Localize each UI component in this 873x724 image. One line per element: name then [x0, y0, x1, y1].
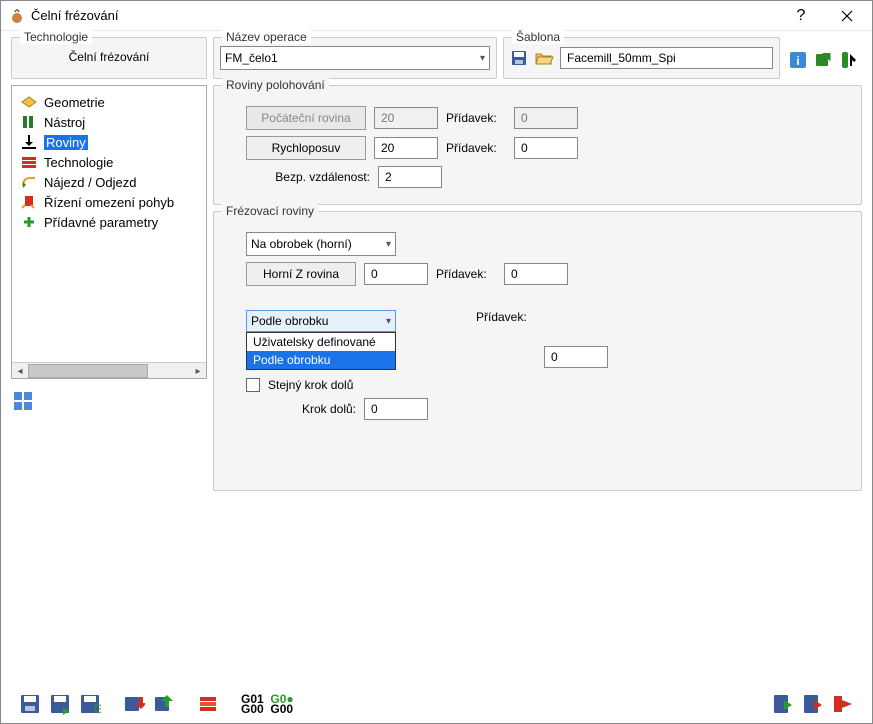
exit-icon[interactable] [832, 693, 854, 715]
technology-group-label: Technologie [20, 30, 92, 44]
technology-value: Čelní frézování [20, 46, 198, 68]
equal-step-label: Stejný krok dolů [268, 378, 353, 392]
template-name-input[interactable] [560, 47, 773, 69]
milling-levels-group: Frézovací roviny Na obrobek (horní) ▾ Ho… [213, 211, 862, 491]
tree-item-nastroj[interactable]: Nástroj [16, 112, 202, 132]
import-icon[interactable] [123, 693, 145, 715]
technology-group: Technologie Čelní frézování [11, 37, 207, 79]
tree-item-geometrie[interactable]: Geometrie [16, 92, 202, 112]
chevron-down-icon: ▾ [386, 239, 391, 250]
bottom-toolbar: G G01 G0● G00 G00 [11, 685, 862, 719]
tool-tree-icon [20, 114, 38, 130]
export-disk-icon[interactable] [153, 693, 175, 715]
save-icon[interactable] [19, 693, 41, 715]
positioning-levels-title: Roviny polohování [222, 78, 329, 92]
start-pridavek-input [514, 107, 578, 129]
upper-z-input[interactable] [364, 263, 428, 285]
equal-step-checkbox[interactable] [246, 378, 260, 392]
depth-pridavek-input[interactable] [544, 346, 608, 368]
help-button[interactable]: ? [778, 2, 824, 30]
depth-option-stock[interactable]: Podle obrobku [247, 351, 395, 369]
start-level-button: Počáteční rovina [246, 106, 366, 130]
tree-item-roviny[interactable]: Roviny [16, 132, 202, 152]
template-group: Šablona [503, 37, 780, 79]
milling-levels-title: Frézovací roviny [222, 204, 318, 218]
gcode-labels: G01 G0● G00 G00 [241, 694, 294, 714]
operation-name-group: Název operace FM_čelo1 ▾ [213, 37, 497, 79]
svg-text:i: i [796, 54, 799, 68]
tree-item-najezd[interactable]: Nájezd / Odjezd [16, 172, 202, 192]
layers-icon[interactable] [197, 693, 219, 715]
safety-label: Bezp. vzdálenost: [246, 170, 370, 184]
clearance-level-button[interactable]: Rychloposuv [246, 136, 366, 160]
close-button[interactable] [824, 2, 870, 30]
technology-tree-icon [20, 154, 38, 170]
pridavek-label-1: Přídavek: [446, 111, 506, 125]
scroll-thumb[interactable] [28, 364, 148, 378]
app-icon [9, 8, 25, 24]
window-title: Čelní frézování [31, 8, 778, 23]
pridavek-label-2: Přídavek: [446, 141, 506, 155]
levels-icon [20, 134, 38, 150]
open-template-icon[interactable] [534, 49, 554, 67]
operation-name-select[interactable]: FM_čelo1 ▾ [220, 46, 490, 70]
cancel-icon[interactable] [802, 693, 824, 715]
operation-name-label: Název operace [222, 30, 311, 44]
nav-tree: Geometrie Nástroj Roviny Technologie Náj… [11, 85, 207, 379]
motion-icon [20, 194, 38, 210]
clearance-level-input[interactable] [374, 137, 438, 159]
reference-select[interactable]: Na obrobek (horní) ▾ [246, 232, 396, 256]
chevron-down-icon: ▾ [386, 316, 391, 327]
tree-item-pridavne[interactable]: Přídavné parametry [16, 212, 202, 232]
save-gcode-icon[interactable]: G [79, 693, 101, 715]
depth-mode-dropdown-list: Uživatelsky definované Podle obrobku [246, 332, 396, 370]
pick-icon[interactable] [840, 50, 860, 70]
template-group-label: Šablona [512, 30, 564, 44]
chevron-down-icon: ▾ [480, 53, 485, 64]
upper-pridavek-input[interactable] [504, 263, 568, 285]
step-down-input[interactable] [364, 398, 428, 420]
depth-option-user[interactable]: Uživatelsky definované [247, 333, 395, 351]
link-icon [20, 174, 38, 190]
safety-input[interactable] [378, 166, 442, 188]
start-level-input [374, 107, 438, 129]
pridavek-label-3: Přídavek: [436, 267, 496, 281]
pridavek-label-4: Přídavek: [476, 310, 536, 324]
clearance-pridavek-input[interactable] [514, 137, 578, 159]
tile-view-icon[interactable] [11, 389, 207, 413]
geometry-icon [20, 94, 38, 110]
tree-scrollbar[interactable]: ◂ ▸ [12, 362, 206, 378]
depth-mode-select[interactable]: Podle obrobku ▾ Uživatelsky definované P… [246, 310, 396, 332]
upper-z-button[interactable]: Horní Z rovina [246, 262, 356, 286]
save-run-icon[interactable] [49, 693, 71, 715]
tree-item-rizeni[interactable]: Řízení omezení pohyb [16, 192, 202, 212]
scroll-right-icon[interactable]: ▸ [190, 363, 206, 379]
positioning-levels-group: Roviny polohování Počáteční rovina Přída… [213, 85, 862, 205]
tree-item-technologie[interactable]: Technologie [16, 152, 202, 172]
info-icon[interactable]: i [788, 50, 808, 70]
apply-icon[interactable] [772, 693, 794, 715]
step-down-label: Krok dolů: [246, 402, 356, 416]
export-icon[interactable] [814, 50, 834, 70]
save-template-icon[interactable] [510, 49, 528, 67]
svg-text:G: G [94, 702, 101, 715]
plus-icon [20, 214, 38, 230]
scroll-left-icon[interactable]: ◂ [12, 363, 28, 379]
